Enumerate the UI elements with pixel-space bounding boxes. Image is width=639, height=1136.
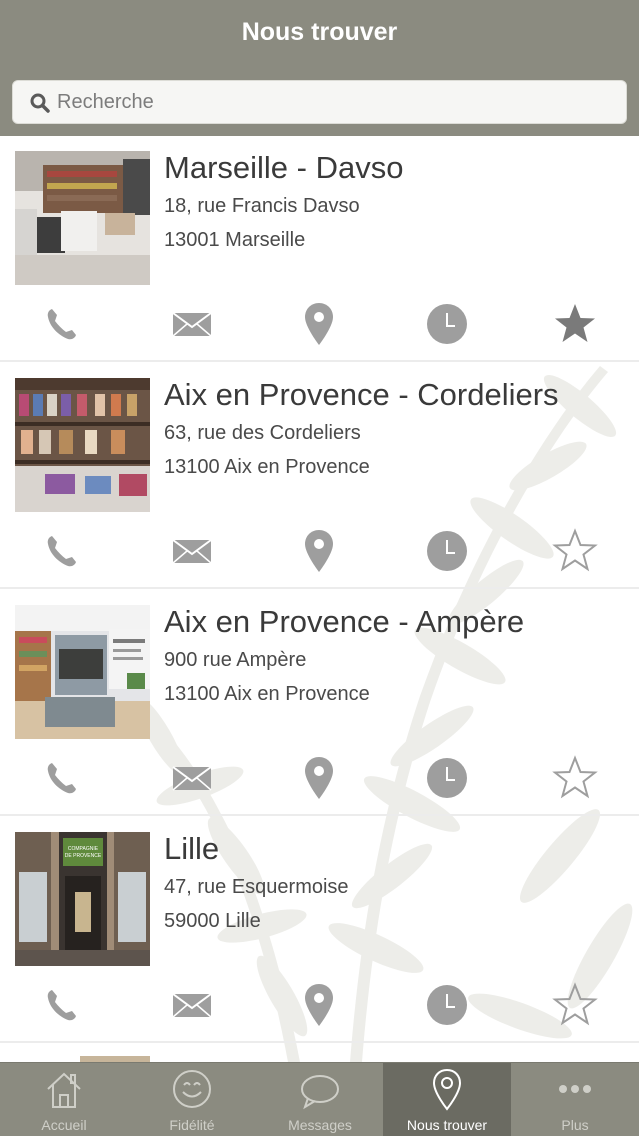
phone-icon <box>47 990 76 1021</box>
shop-sign-text-2: DE PROVENCE <box>65 853 102 859</box>
star-outline-icon <box>552 528 598 572</box>
page-title: Nous trouver <box>241 18 398 46</box>
star-outline-icon <box>552 982 598 1026</box>
map-pin-icon <box>305 984 333 1026</box>
store-photo <box>15 378 150 512</box>
shop-sign-text: COMPAGNIE <box>68 846 99 852</box>
store-name: Aix en Provence - Ampère <box>164 604 525 639</box>
search-input[interactable] <box>57 81 617 123</box>
star-outline-icon <box>552 755 598 799</box>
tab-label: Fidélité <box>169 1117 215 1133</box>
clock-icon <box>427 758 467 798</box>
star-filled-icon <box>555 304 595 342</box>
tab-fidelite[interactable]: Fidélité <box>128 1063 256 1136</box>
store-address: 900 rue Ampère <box>164 649 307 671</box>
tab-accueil[interactable]: Accueil <box>0 1063 128 1136</box>
map-pin-icon <box>432 1068 462 1111</box>
location-button[interactable] <box>294 299 344 349</box>
store-city: 59000 Lille <box>164 910 261 932</box>
favorite-button[interactable] <box>550 980 600 1030</box>
store-list[interactable]: Marseille - Davso 18, rue Francis Davso … <box>0 136 639 1062</box>
phone-button[interactable] <box>38 299 88 349</box>
email-button[interactable] <box>167 753 217 803</box>
hours-button[interactable] <box>422 526 472 576</box>
store-address: 47, rue Esquermoise <box>164 876 349 898</box>
store-photo: COMPAGNIE DE PROVENCE <box>15 832 150 966</box>
store-actions <box>0 299 639 349</box>
store-name: Lille <box>164 831 220 866</box>
phone-icon <box>47 536 76 567</box>
store-city: 13100 Aix en Provence <box>164 683 370 705</box>
search-bar[interactable] <box>12 80 627 124</box>
tab-label: Accueil <box>41 1117 87 1133</box>
map-pin-icon <box>305 530 333 572</box>
hours-button[interactable] <box>422 980 472 1030</box>
tab-label: Messages <box>288 1117 352 1133</box>
favorite-button[interactable] <box>550 526 600 576</box>
email-button[interactable] <box>167 299 217 349</box>
store-name: Aix en Provence - Cordeliers <box>164 377 559 412</box>
store-name: Marseille - Davso <box>164 150 404 185</box>
email-button[interactable] <box>167 526 217 576</box>
store-photo <box>15 605 150 739</box>
mail-icon <box>172 766 212 791</box>
hours-button[interactable] <box>422 753 472 803</box>
top-bar: Nous trouver <box>0 0 639 136</box>
chat-bubble-icon <box>301 1075 339 1110</box>
store-address: 18, rue Francis Davso <box>164 195 360 217</box>
tab-plus[interactable]: Plus <box>511 1063 639 1136</box>
clock-icon <box>427 304 467 344</box>
mail-icon <box>172 993 212 1018</box>
phone-icon <box>47 309 76 340</box>
phone-button[interactable] <box>38 526 88 576</box>
store-actions <box>0 526 639 576</box>
more-icon <box>559 1085 591 1093</box>
store-card[interactable]: COMPAGNIE DE PROVENCE Lille 47, rue Esqu… <box>0 817 639 1043</box>
hours-button[interactable] <box>422 299 472 349</box>
phone-button[interactable] <box>38 753 88 803</box>
mail-icon <box>172 539 212 564</box>
tab-nous-trouver[interactable]: Nous trouver <box>383 1063 511 1136</box>
location-button[interactable] <box>294 526 344 576</box>
location-button[interactable] <box>294 980 344 1030</box>
tab-label: Nous trouver <box>406 1117 488 1133</box>
store-actions <box>0 753 639 803</box>
map-pin-icon <box>305 757 333 799</box>
store-actions <box>0 980 639 1030</box>
store-city: 13100 Aix en Provence <box>164 456 370 478</box>
favorite-button[interactable] <box>550 753 600 803</box>
tab-label: Plus <box>561 1117 589 1133</box>
tab-bar: Accueil Fidélité Messages Nous trouver P… <box>0 1062 639 1136</box>
clock-icon <box>427 531 467 571</box>
map-pin-icon <box>305 303 333 345</box>
store-card[interactable]: Marseille - Davso 18, rue Francis Davso … <box>0 136 639 362</box>
phone-icon <box>47 763 76 794</box>
clock-icon <box>427 985 467 1025</box>
location-button[interactable] <box>294 753 344 803</box>
search-icon <box>30 93 50 113</box>
store-card[interactable]: Aix en Provence - Cordeliers 63, rue des… <box>0 363 639 589</box>
favorite-button[interactable] <box>550 299 600 349</box>
phone-button[interactable] <box>38 980 88 1030</box>
email-button[interactable] <box>167 980 217 1030</box>
store-address: 63, rue des Cordeliers <box>164 422 361 444</box>
store-card[interactable]: Aix en Provence - Ampère 900 rue Ampère … <box>0 590 639 816</box>
home-icon <box>47 1072 81 1108</box>
tab-messages[interactable]: Messages <box>256 1063 384 1136</box>
smiley-icon <box>173 1070 211 1108</box>
mail-icon <box>172 312 212 337</box>
store-city: 13001 Marseille <box>164 229 306 251</box>
store-photo <box>15 151 150 285</box>
